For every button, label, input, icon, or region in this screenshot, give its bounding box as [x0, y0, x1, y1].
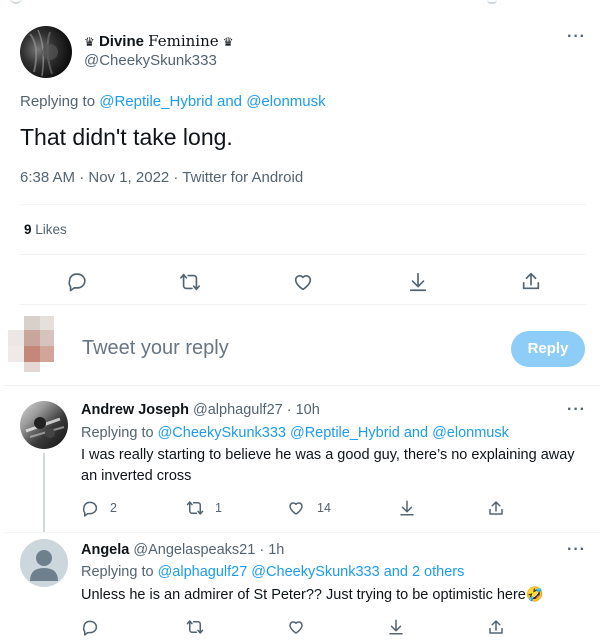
previous-tweet-actions [0, 0, 605, 14]
previous-share-icon [487, 0, 497, 4]
reply-button[interactable]: Reply [511, 331, 585, 367]
likes-stat[interactable]: 9 Likes [24, 222, 67, 237]
main-tweet-timestamp[interactable]: 6:38 AM · Nov 1, 2022 · Twitter for Andr… [20, 169, 303, 186]
compose-avatar[interactable] [8, 316, 64, 372]
reply-replying-to: Replying to @CheekySkunk333 @Reptile_Hyb… [81, 425, 509, 441]
bookmark-icon[interactable] [387, 618, 405, 636]
divider [20, 304, 586, 305]
default-avatar-icon[interactable] [20, 539, 68, 587]
crown-icon: ♛ [84, 35, 95, 49]
reply-mentions[interactable]: @CheekySkunk333 @Reptile_Hybrid [158, 425, 400, 441]
main-author-name[interactable]: ♛ Divine Feminine ♛ [84, 32, 234, 50]
like-icon[interactable] [287, 499, 305, 517]
share-icon[interactable] [520, 270, 542, 292]
reply-author-handle[interactable]: @alphagulf27 · 10h [193, 402, 320, 418]
mention-reptile-hybrid[interactable]: @Reptile_Hybrid [99, 93, 213, 110]
reply-author-line: Andrew Joseph @alphagulf27 · 10h [81, 402, 320, 418]
main-tweet-text: That didn't take long. [20, 124, 233, 150]
divider [20, 204, 586, 205]
reply-author-avatar[interactable] [20, 401, 68, 449]
reply-more-icon[interactable]: ··· [567, 541, 586, 559]
share-icon[interactable] [487, 499, 505, 517]
previous-reply-icon [10, 0, 22, 4]
reply-count: 2 [110, 501, 117, 515]
mention-and: and [217, 93, 243, 110]
reply-author-name[interactable]: Andrew Joseph [81, 402, 189, 418]
main-author-avatar[interactable] [20, 26, 72, 78]
reply-author-name[interactable]: Angela [81, 542, 129, 558]
reply-mention-elonmusk[interactable]: @elonmusk [432, 425, 509, 441]
reply-mention-and: and [403, 425, 429, 441]
share-icon[interactable] [487, 618, 505, 636]
main-more-icon[interactable]: ··· [567, 28, 586, 46]
like-icon[interactable] [287, 618, 305, 636]
display-name-bold: Divine [98, 33, 144, 50]
replying-prefix: Replying to [81, 564, 154, 580]
replying-prefix: Replying to [81, 425, 154, 441]
reply-author-handle[interactable]: @Angelaspeaks21 · 1h [133, 542, 284, 558]
divider [20, 254, 586, 255]
retweet-icon[interactable] [185, 499, 205, 517]
reply-text-line-1: I was really starting to believe he was … [81, 447, 575, 463]
bookmark-icon[interactable] [398, 499, 416, 517]
main-author-handle[interactable]: @CheekySkunk333 [84, 52, 217, 69]
crown-icon-2: ♛ [222, 35, 234, 49]
reply-more-icon[interactable]: ··· [567, 401, 586, 419]
reply-icon[interactable] [66, 270, 88, 292]
reply-author-line: Angela @Angelaspeaks21 · 1h [81, 542, 284, 558]
divider [4, 385, 601, 386]
reply-mention-others[interactable]: and 2 others [384, 564, 465, 580]
display-name-rest: Feminine [148, 32, 219, 50]
like-count: 14 [317, 501, 331, 515]
likes-label: Likes [35, 222, 67, 237]
likes-count: 9 [24, 222, 32, 237]
reply-replying-to: Replying to @alphagulf27 @CheekySkunk333… [81, 564, 464, 580]
retweet-icon[interactable] [178, 271, 202, 293]
retweet-count: 1 [215, 501, 222, 515]
compose-input[interactable]: Tweet your reply [82, 337, 229, 360]
retweet-icon[interactable] [185, 618, 205, 636]
reply-mentions[interactable]: @alphagulf27 @CheekySkunk333 [158, 564, 380, 580]
main-replying-to: Replying to @Reptile_Hybrid and @elonmus… [20, 93, 326, 110]
reply-icon[interactable] [81, 618, 99, 636]
like-icon[interactable] [292, 271, 314, 293]
bookmark-icon[interactable] [407, 271, 429, 293]
reply-icon[interactable] [81, 499, 99, 517]
reply-text: Unless he is an admirer of St Peter?? Ju… [81, 587, 544, 603]
thread-line [43, 453, 45, 533]
divider [4, 532, 601, 533]
replying-prefix: Replying to [20, 93, 96, 110]
reply-text-line-2: an inverted cross [81, 468, 192, 484]
mention-elonmusk[interactable]: @elonmusk [246, 93, 325, 110]
